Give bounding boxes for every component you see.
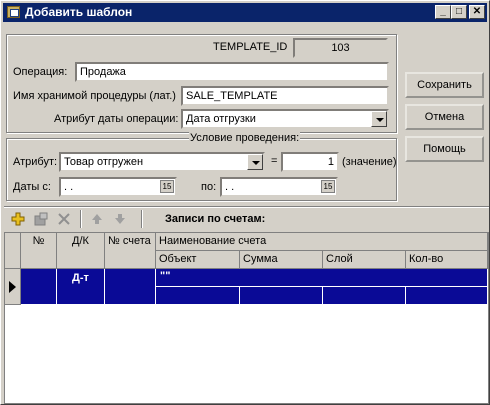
date-from-input[interactable]: . . 15 (59, 177, 177, 197)
maximize-button[interactable]: □ (451, 5, 467, 19)
template-id-field: 103 (293, 38, 388, 58)
delete-icon[interactable] (56, 211, 72, 227)
add-icon[interactable] (10, 211, 26, 227)
app-icon (7, 6, 20, 18)
table-row-cell-account-name[interactable]: "" (156, 269, 488, 287)
records-title: Записи по счетам: (165, 213, 266, 225)
date-to-input[interactable]: . . 15 (220, 177, 338, 197)
row-indicator[interactable] (5, 269, 21, 305)
save-button[interactable]: Сохранить (405, 72, 484, 98)
procedure-input[interactable]: SALE_TEMPLATE (181, 86, 389, 106)
col-header-account[interactable]: № счета (105, 233, 156, 269)
window-title: Добавить шаблон (25, 5, 133, 19)
toolbar-separator (141, 210, 143, 228)
date-attr-select[interactable]: Дата отгрузки (181, 109, 389, 129)
dialog-window: Добавить шаблон _ □ ✕ TEMPLATE_ID 103 Оп… (0, 0, 490, 405)
table-row-cell-num[interactable] (21, 269, 57, 305)
title-bar[interactable]: Добавить шаблон _ □ ✕ (3, 3, 487, 22)
table-row-cell-account[interactable] (105, 269, 156, 305)
date-attr-label: Атрибут даты операции: (54, 113, 179, 125)
edit-icon[interactable] (33, 211, 49, 227)
chevron-down-icon[interactable] (371, 111, 387, 127)
operation-input[interactable]: Продажа (75, 62, 389, 82)
table-row-cell-layer[interactable] (323, 287, 406, 305)
calendar-icon[interactable]: 15 (160, 180, 174, 193)
arrow-up-icon[interactable] (89, 211, 105, 227)
equals-sign: = (271, 155, 278, 167)
col-header-object[interactable]: Объект (156, 251, 240, 269)
cancel-button[interactable]: Отмена (405, 104, 484, 130)
toolbar-separator (80, 210, 82, 228)
row-indicator-header (5, 233, 21, 269)
minimize-button[interactable]: _ (435, 5, 451, 19)
value-hint: (значение) (342, 156, 397, 168)
condition-value-input[interactable]: 1 (281, 152, 339, 172)
operation-label: Операция: (13, 66, 68, 78)
divider (4, 206, 489, 208)
calendar-icon[interactable]: 15 (321, 180, 335, 193)
close-button[interactable]: ✕ (469, 5, 485, 19)
dates-from-label: Даты с: (13, 181, 51, 193)
date-to-value: . . (225, 181, 235, 193)
table-row-cell-dk[interactable]: Д-т (57, 269, 105, 305)
col-header-sum[interactable]: Сумма (240, 251, 323, 269)
attr-label: Атрибут: (13, 156, 58, 168)
chevron-down-icon[interactable] (247, 154, 263, 170)
col-header-num[interactable]: № (21, 233, 57, 269)
dates-to-label: по: (201, 181, 217, 193)
col-header-dk[interactable]: Д/К (57, 233, 105, 269)
procedure-label: Имя хранимой процедуры (лат.) (13, 90, 176, 102)
table-row-cell-sum[interactable] (240, 287, 323, 305)
template-id-label: TEMPLATE_ID (213, 41, 288, 53)
attr-select[interactable]: Товар отгружен (59, 152, 265, 172)
date-from-value: . . (64, 181, 74, 193)
col-header-layer[interactable]: Слой (323, 251, 406, 269)
date-attr-value: Дата отгрузки (186, 113, 256, 125)
arrow-down-icon[interactable] (112, 211, 128, 227)
table-row-cell-qty[interactable] (406, 287, 488, 305)
col-header-account-name[interactable]: Наименование счета (156, 233, 488, 251)
help-button[interactable]: Помощь (405, 136, 484, 162)
conditions-title: Условие проведения: (189, 132, 301, 144)
accounts-grid[interactable]: № Д/К № счета Наименование счета Объект … (4, 232, 489, 404)
col-header-qty[interactable]: Кол-во (406, 251, 488, 269)
table-row-cell-object[interactable] (156, 287, 240, 305)
attr-value: Товар отгружен (64, 156, 144, 168)
